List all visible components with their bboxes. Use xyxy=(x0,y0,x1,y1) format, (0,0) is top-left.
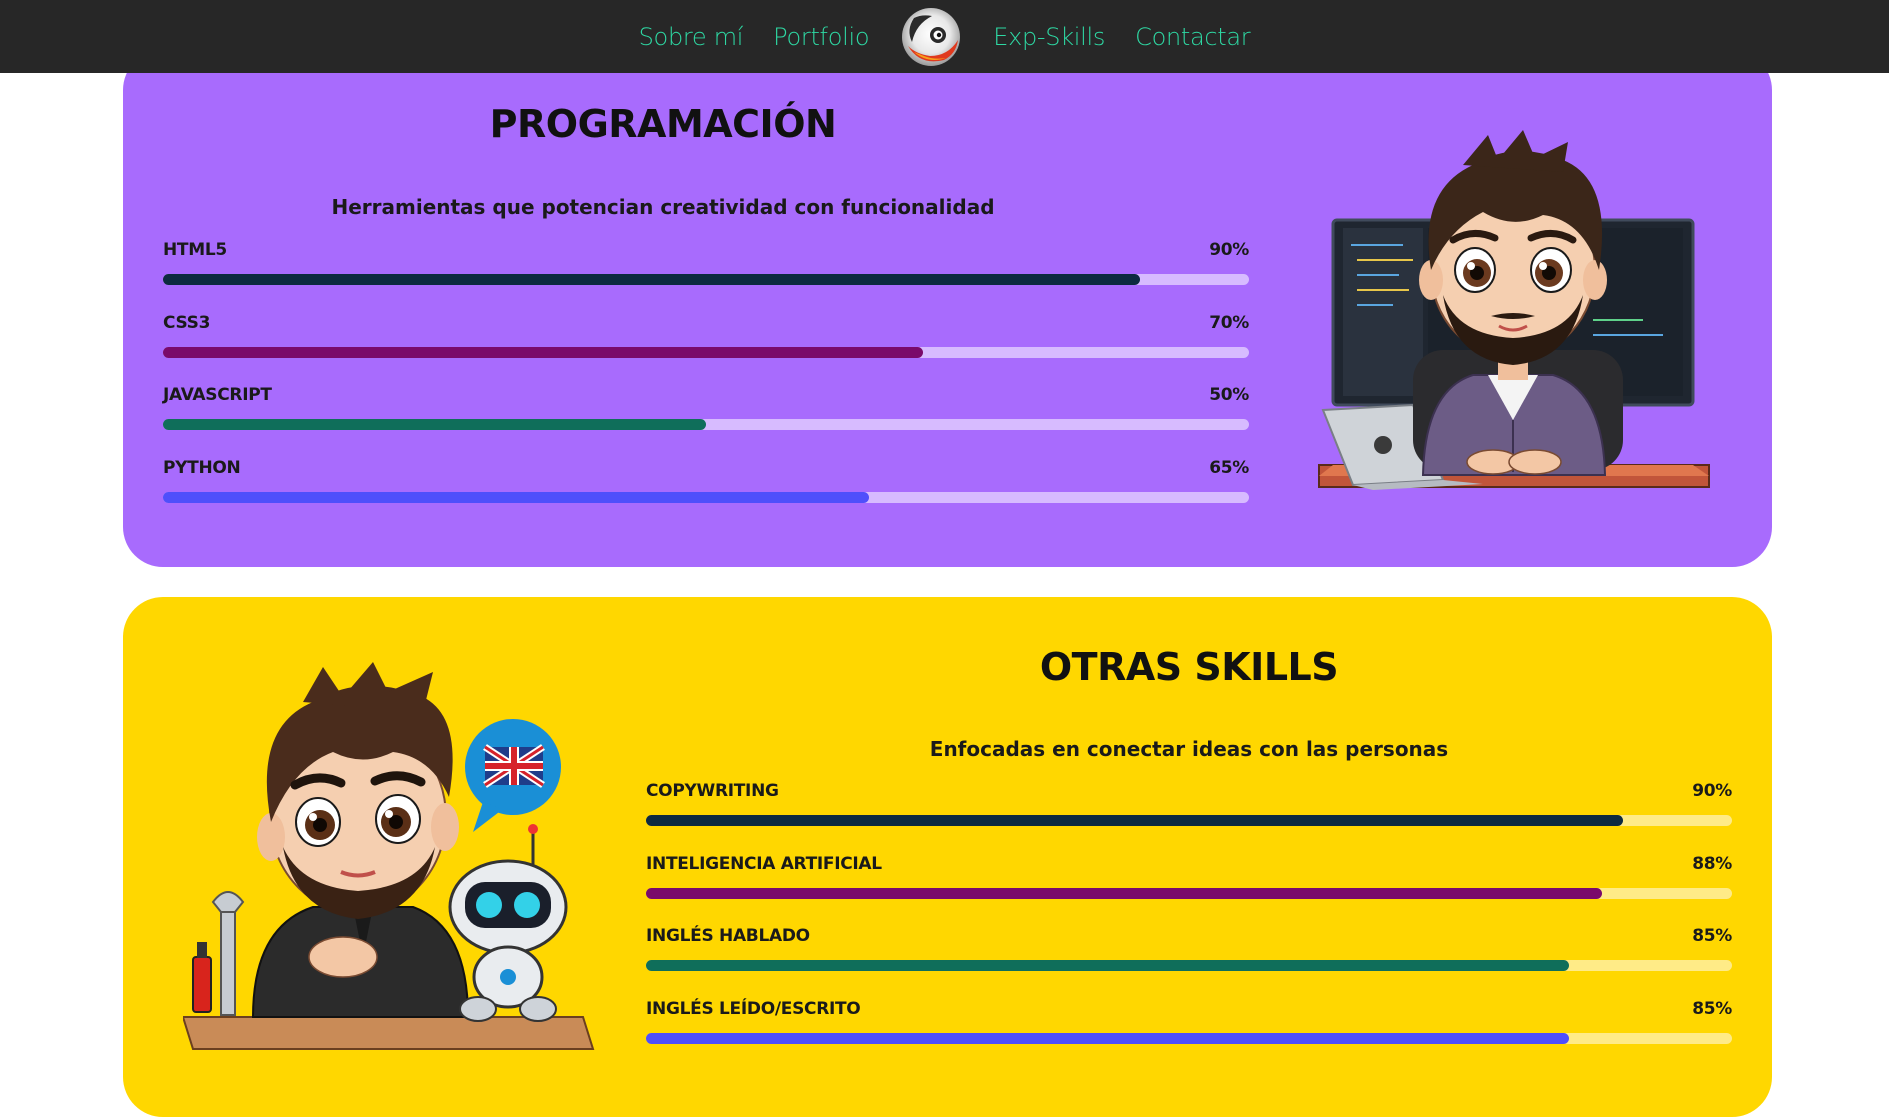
skill-percent: 90% xyxy=(1692,781,1732,801)
avatar-robot-illustration xyxy=(181,657,603,1057)
skill-row: HTML5 90% xyxy=(163,240,1249,313)
skill-label: INGLÉS LEÍDO/ESCRITO xyxy=(646,998,861,1019)
skill-progress-track xyxy=(646,815,1732,826)
skill-progress-track xyxy=(163,491,1249,503)
skill-label: INTELIGENCIA ARTIFICIAL xyxy=(646,853,882,874)
skill-progress-fill xyxy=(163,346,924,358)
programacion-card: PROGRAMACIÓN Herramientas que potencian … xyxy=(123,50,1772,567)
nav-contactar[interactable]: Contactar xyxy=(1135,23,1251,51)
skill-progress-fill xyxy=(646,1032,1570,1044)
skill-progress-fill xyxy=(163,274,1141,285)
skill-progress-fill xyxy=(646,815,1624,826)
otras-skills-subtitle: Enfocadas en conectar ideas con las pers… xyxy=(929,737,1449,761)
skill-progress-fill xyxy=(163,419,706,430)
skill-percent: 50% xyxy=(1209,385,1249,405)
skill-row: INGLÉS LEÍDO/ESCRITO 85% xyxy=(646,999,1732,1072)
skill-row: PYTHON 65% xyxy=(163,458,1249,531)
otras-skills-card: OTRAS SKILLS Enfocadas en conectar ideas… xyxy=(123,597,1772,1117)
programacion-skill-list: HTML5 90% CSS3 70% JAVASCRIPT 50% PYTHON 65% xyxy=(163,240,1249,530)
nav-portfolio[interactable]: Portfolio xyxy=(773,23,869,51)
skill-row: CSS3 70% xyxy=(163,313,1249,386)
skill-row: INTELIGENCIA ARTIFICIAL 88% xyxy=(646,854,1732,927)
skill-progress-track xyxy=(163,274,1249,285)
top-navbar: Sobre mí Portfolio Exp-Skills Contactar xyxy=(0,0,1889,73)
otras-skills-title: OTRAS SKILLS xyxy=(1039,645,1339,689)
skill-progress-fill xyxy=(646,960,1570,971)
skill-label: PYTHON xyxy=(163,457,241,478)
skill-label: CSS3 xyxy=(163,312,211,333)
developer-avatar-illustration xyxy=(1313,120,1713,510)
otras-skill-list: COPYWRITING 90% INTELIGENCIA ARTIFICIAL 88%… xyxy=(646,781,1732,1071)
skill-progress-track xyxy=(646,887,1732,899)
skill-percent: 88% xyxy=(1692,853,1732,874)
nav-exp-skills[interactable]: Exp-Skills xyxy=(993,23,1105,51)
skill-percent: 70% xyxy=(1209,312,1249,333)
skill-label: JAVASCRIPT xyxy=(163,385,272,405)
skill-row: INGLÉS HABLADO 85% xyxy=(646,926,1732,999)
skill-row: JAVASCRIPT 50% xyxy=(163,385,1249,458)
skill-percent: 85% xyxy=(1692,998,1732,1019)
skill-progress-track xyxy=(646,1032,1732,1044)
programacion-subtitle: Herramientas que potencian creatividad c… xyxy=(331,195,995,219)
skill-row: COPYWRITING 90% xyxy=(646,781,1732,854)
site-logo-icon[interactable] xyxy=(900,6,962,68)
skill-percent: 85% xyxy=(1692,926,1732,946)
skill-label: COPYWRITING xyxy=(646,781,779,801)
skill-percent: 90% xyxy=(1209,240,1249,260)
skill-label: HTML5 xyxy=(163,240,227,260)
skill-progress-track xyxy=(163,346,1249,358)
nav-sobre-mi[interactable]: Sobre mí xyxy=(639,23,744,51)
skill-progress-fill xyxy=(646,887,1602,899)
skill-progress-fill xyxy=(163,491,869,503)
skill-label: INGLÉS HABLADO xyxy=(646,926,810,946)
skill-percent: 65% xyxy=(1209,457,1249,478)
skill-progress-track xyxy=(646,960,1732,971)
programacion-title: PROGRAMACIÓN xyxy=(489,102,837,146)
skill-progress-track xyxy=(163,419,1249,430)
